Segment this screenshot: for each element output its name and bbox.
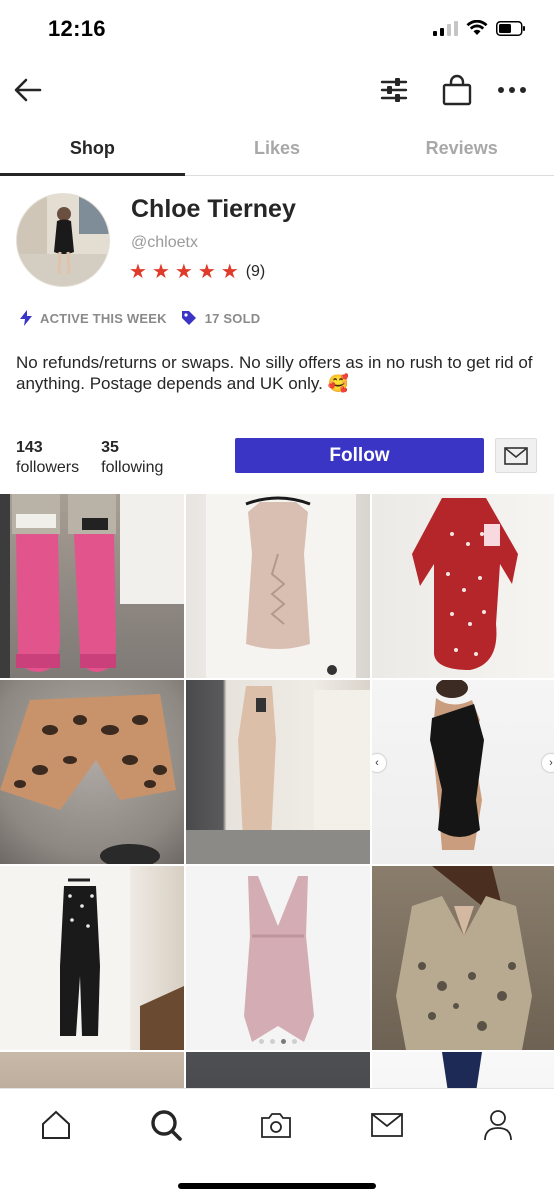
filter-button[interactable] <box>372 68 416 112</box>
following-count: 35 <box>101 439 119 456</box>
listing-image <box>396 866 532 1050</box>
profile-name: Chloe Tierney <box>131 195 296 223</box>
mail-icon <box>371 1113 403 1137</box>
tab-shop[interactable]: Shop <box>0 124 185 176</box>
listings-grid: ‹ › <box>0 494 554 1088</box>
nav-home[interactable] <box>34 1103 78 1147</box>
listing-tile-partial[interactable] <box>372 1052 554 1088</box>
back-arrow-icon <box>14 78 42 102</box>
message-button[interactable] <box>495 438 537 473</box>
back-button[interactable] <box>6 68 50 112</box>
rating-count: (9) <box>245 263 266 280</box>
star-icon: ★ <box>129 261 147 283</box>
profile-tabs: Shop Likes Reviews <box>0 124 554 176</box>
listing-image <box>0 866 184 1050</box>
more-button[interactable] <box>490 68 534 112</box>
battery-icon <box>496 20 525 36</box>
active-badge-label: ACTIVE THIS WEEK <box>40 310 167 326</box>
followers-count: 143 <box>16 439 43 456</box>
active-badge: ACTIVE THIS WEEK <box>20 310 167 326</box>
followers-stat[interactable]: 143 followers <box>16 438 79 479</box>
listing-image <box>206 494 356 678</box>
shopping-bag-icon <box>442 74 472 106</box>
listing-image <box>0 694 176 864</box>
listing-image <box>430 680 484 850</box>
camera-icon <box>261 1113 291 1138</box>
nav-profile[interactable] <box>476 1103 520 1147</box>
star-icon: ★ <box>220 261 239 283</box>
profile-bio: No refunds/returns or swaps. No silly of… <box>16 353 533 393</box>
listing-tile-nude-dress[interactable] <box>186 494 370 678</box>
status-time: 12:16 <box>48 16 106 41</box>
carousel-next-button[interactable]: › <box>542 754 554 772</box>
listing-tile-boots[interactable] <box>0 494 184 678</box>
top-nav <box>0 60 554 124</box>
listing-tile-nude-jumpsuit[interactable] <box>186 680 370 864</box>
carousel-dots <box>186 1039 370 1044</box>
search-icon <box>151 1110 182 1141</box>
signal-icon <box>433 20 458 36</box>
tag-icon <box>181 311 196 325</box>
status-bar: 12:16 <box>0 0 554 60</box>
seller-badges: ACTIVE THIS WEEK 17 SOLD <box>20 310 274 326</box>
more-icon <box>498 87 526 93</box>
listing-image <box>186 686 370 864</box>
listing-tile-leopard-shorts[interactable] <box>0 680 184 864</box>
following-label: following <box>101 459 164 476</box>
profile-icon <box>484 1110 512 1141</box>
avatar-photo <box>17 194 109 286</box>
following-stat[interactable]: 35 following <box>101 438 163 479</box>
mail-icon <box>504 446 528 465</box>
home-indicator[interactable] <box>178 1183 376 1189</box>
listing-tile-partial[interactable] <box>186 1052 370 1088</box>
nav-search[interactable] <box>144 1103 188 1147</box>
listing-image <box>412 498 518 670</box>
bag-button[interactable] <box>435 68 479 112</box>
lightning-icon <box>20 310 32 326</box>
listing-image <box>244 876 314 1042</box>
sold-badge: 17 SOLD <box>181 310 261 326</box>
sliders-icon <box>380 78 408 102</box>
sold-badge-label: 17 SOLD <box>204 310 261 326</box>
listing-tile-black-dress[interactable]: ‹ › <box>372 680 554 864</box>
home-icon <box>42 1110 70 1139</box>
listing-tile-sequin-dress[interactable] <box>372 866 554 1050</box>
listing-tile-pink-dress[interactable] <box>186 866 370 1050</box>
listing-tile-red-dress[interactable] <box>372 494 554 678</box>
listing-tile-partial[interactable] <box>0 1052 184 1088</box>
listing-tile-polka-jumpsuit[interactable] <box>0 866 184 1050</box>
follow-button[interactable]: Follow <box>235 438 484 473</box>
star-icon: ★ <box>151 261 170 283</box>
followers-label: followers <box>16 459 80 476</box>
listing-image <box>0 494 184 678</box>
nav-inbox[interactable] <box>365 1103 409 1147</box>
follow-stats: 143 followers 35 following <box>16 438 163 479</box>
star-icon: ★ <box>174 261 193 283</box>
nav-sell[interactable] <box>254 1103 298 1147</box>
avatar[interactable] <box>16 193 110 287</box>
tab-likes[interactable]: Likes <box>185 124 370 175</box>
star-icon: ★ <box>197 261 216 283</box>
profile-handle: @chloetx <box>131 234 198 251</box>
status-icons <box>433 20 526 36</box>
listing-image <box>442 1052 482 1088</box>
wifi-icon <box>466 20 488 35</box>
tab-reviews[interactable]: Reviews <box>369 124 554 175</box>
rating[interactable]: ★ ★ ★ ★ ★ (9) <box>129 262 265 282</box>
